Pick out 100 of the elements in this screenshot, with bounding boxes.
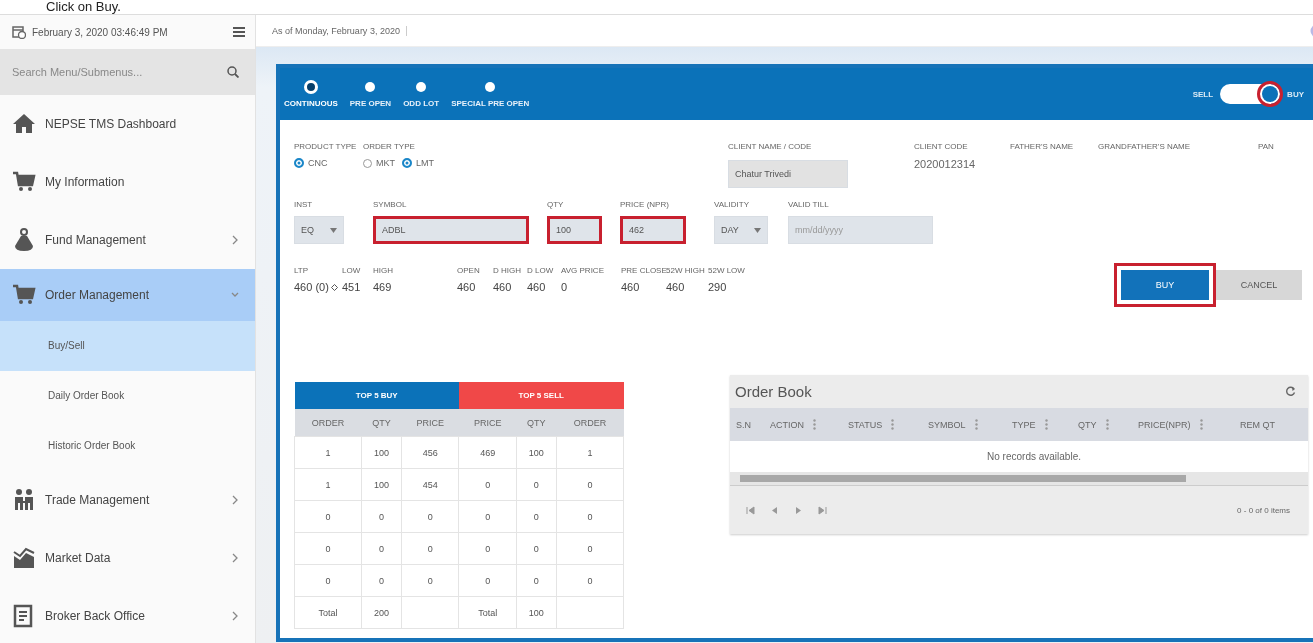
people-icon	[12, 488, 36, 512]
client-code: 2020012314	[914, 158, 977, 170]
radio-button[interactable]	[294, 158, 304, 168]
cart-icon	[12, 283, 36, 307]
dropdown[interactable]: DAY	[714, 216, 768, 244]
table-cell: 0	[516, 532, 557, 565]
menu-item[interactable]: My Information	[0, 153, 255, 211]
table-cell: 456	[401, 436, 459, 469]
field-label: SYMBOL	[373, 200, 408, 209]
column-header: PRICE	[401, 409, 459, 437]
table-cell: 100	[361, 468, 402, 501]
pager-button[interactable]	[794, 505, 803, 515]
stat-value: 451	[342, 281, 361, 293]
buy-button[interactable]: BUY	[1121, 270, 1209, 300]
pager-button[interactable]	[770, 505, 779, 515]
field-label: CLIENT CODE	[914, 142, 969, 151]
diamond-icon	[330, 283, 338, 291]
radio-button[interactable]	[402, 158, 412, 168]
submenu-item[interactable]: Buy/Sell	[0, 321, 255, 371]
menu-item[interactable]: Fund Management	[0, 211, 255, 269]
first-page-icon	[746, 505, 755, 515]
caret-icon	[754, 227, 761, 233]
submenu-item[interactable]: Historic Order Book	[0, 421, 255, 471]
stat-label: LOW	[342, 266, 362, 275]
date-time: February 3, 2020 03:46:49 PM	[32, 26, 169, 38]
kebab-icon	[974, 419, 978, 430]
menu-item[interactable]: Market Data	[0, 529, 255, 587]
buy-sell-toggle[interactable]	[1220, 84, 1281, 104]
table-cell: 1	[556, 436, 624, 469]
table-cell: 200	[361, 596, 402, 629]
pager-info: 0 - 0 of 0 items	[1237, 505, 1290, 515]
caret-icon	[330, 227, 337, 233]
input-field[interactable]: 462	[620, 216, 686, 244]
submenu-item[interactable]: Daily Order Book	[0, 371, 255, 421]
table-cell: 100	[516, 596, 557, 629]
scrollbar[interactable]	[730, 472, 1308, 486]
buy-label: BUY	[1287, 89, 1304, 99]
menu-item[interactable]: Broker Back Office	[0, 587, 255, 643]
table-cell: 0	[361, 532, 402, 565]
radio-label: CNC	[308, 158, 328, 168]
pager-button[interactable]	[818, 505, 827, 515]
session-tab[interactable]: ODD LOT	[403, 80, 440, 108]
column-header: QTY	[516, 409, 557, 437]
table-cell: 0	[556, 500, 624, 533]
stat-value: 460	[527, 281, 546, 293]
kebab-icon	[1044, 419, 1048, 430]
stat-label: PRE CLOSE	[621, 266, 666, 275]
field-label: PRICE (NPR)	[620, 200, 670, 209]
field-label: ORDER TYPE	[363, 142, 416, 151]
field-label: VALID TILL	[788, 200, 830, 209]
column-header: ORDER	[294, 409, 362, 437]
stat-value: 460	[457, 281, 476, 293]
stat-value: 460	[666, 281, 685, 293]
input-field[interactable]: ADBL	[373, 216, 529, 244]
kebab-icon	[1199, 419, 1203, 430]
session-tab[interactable]: CONTINUOUS	[284, 80, 338, 108]
stat-label: D LOW	[527, 266, 555, 275]
stat-value: 460	[493, 281, 512, 293]
table-cell: 0	[556, 468, 624, 501]
table-cell: 1	[294, 436, 362, 469]
column-header: ORDER	[556, 409, 624, 437]
table-cell: 0	[556, 532, 624, 565]
table-cell: 0	[401, 500, 459, 533]
table-cell: 0	[401, 564, 459, 597]
kebab-icon	[891, 419, 895, 430]
menu-item[interactable]: Order Management	[0, 269, 255, 321]
field-label: VALIDITY	[714, 200, 750, 209]
radio-button[interactable]	[363, 158, 372, 168]
date-field[interactable]: mm/dd/yyyy	[788, 216, 933, 244]
table-cell: 100	[361, 436, 402, 469]
table-cell: 0	[294, 500, 362, 533]
table-cell: 0	[361, 564, 402, 597]
menu-item[interactable]: Trade Management	[0, 471, 255, 529]
menu-item[interactable]: NEPSE TMS Dashboard	[0, 95, 255, 153]
stat-label: D HIGH	[493, 266, 522, 275]
pager-button[interactable]	[746, 505, 755, 515]
stat-value: 460 (0)	[294, 281, 329, 293]
column-header: PRICE(NPR)	[1138, 419, 1191, 430]
stat-value: 0	[561, 281, 568, 293]
dropdown[interactable]: EQ	[294, 216, 344, 244]
table-cell: 0	[458, 468, 517, 501]
refresh-icon	[1285, 386, 1296, 397]
session-tab[interactable]: SPECIAL PRE OPEN	[451, 80, 530, 108]
table-cell: Total	[458, 596, 517, 629]
refresh-button[interactable]	[1285, 386, 1296, 397]
next-icon	[794, 505, 803, 515]
table-header: TOP 5 SELL	[458, 382, 624, 409]
cancel-button[interactable]: CANCEL	[1216, 270, 1302, 300]
column-header: REM QT	[1240, 419, 1275, 430]
table-cell: 0	[294, 564, 362, 597]
table-cell: 0	[516, 468, 557, 501]
stat-value: 469	[373, 281, 392, 293]
search-icon	[227, 66, 239, 78]
chevron-icon	[231, 611, 239, 621]
panel-title: Order Book	[735, 383, 812, 400]
session-tab[interactable]: PRE OPEN	[349, 80, 392, 108]
input-field[interactable]: 100	[547, 216, 602, 244]
search-field[interactable]: Search Menu/Submenus...	[0, 49, 255, 95]
column-header: SYMBOL	[928, 419, 966, 430]
stat-label: 52W HIGH	[666, 266, 706, 275]
